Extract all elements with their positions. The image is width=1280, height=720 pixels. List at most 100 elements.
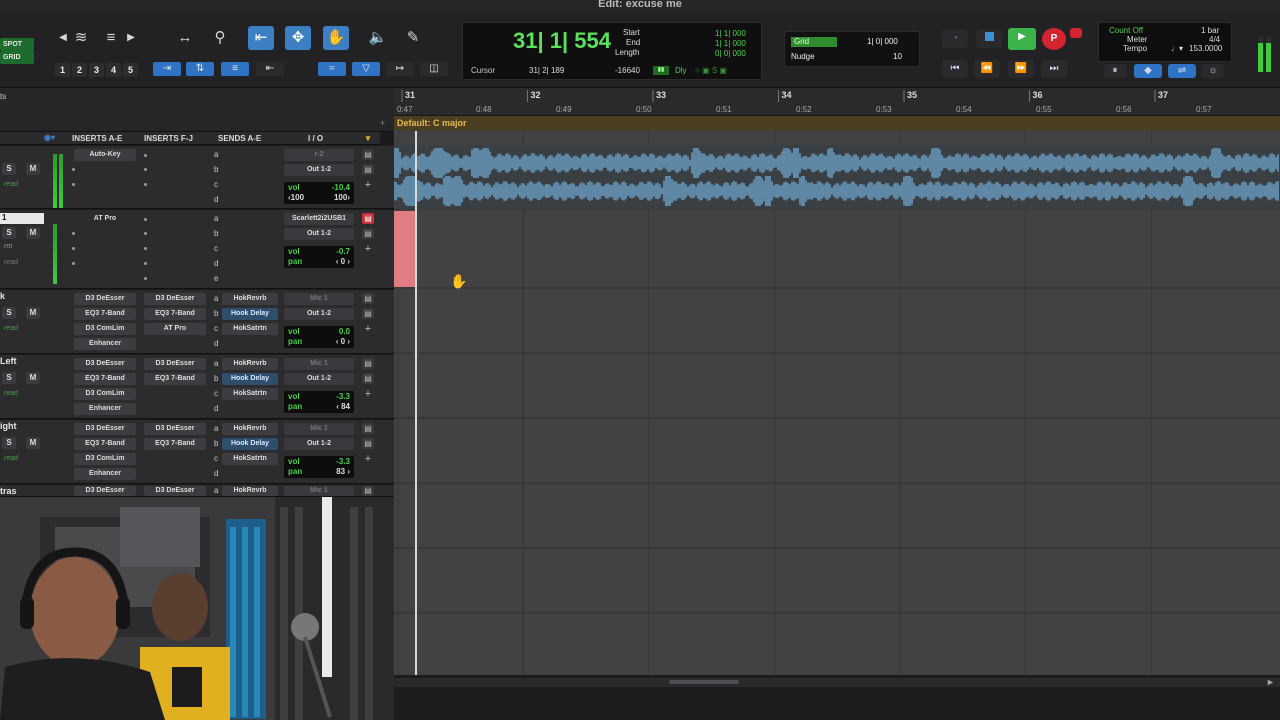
pan-value[interactable]: 83 › <box>336 467 350 476</box>
pan-value[interactable]: ‹ 0 › <box>336 337 350 346</box>
meter-value[interactable]: 4/4 <box>1209 35 1220 44</box>
insert-slot[interactable]: EQ3 7-Band <box>144 373 206 385</box>
loop-record-icon[interactable]: ⏸ <box>1104 64 1126 78</box>
view-options-icon[interactable]: ◉▾ <box>44 133 55 142</box>
tempo-value[interactable]: 153.0000 <box>1189 44 1222 53</box>
track-name[interactable]: Left <box>0 356 17 366</box>
track-row[interactable]: S M read Auto-Key a b c d r-2 Out 1-2 vo… <box>0 146 394 209</box>
volume-pan-display[interactable]: vol -3.3 pan 83 › <box>284 456 354 478</box>
track-options-icon[interactable]: ▤ <box>362 438 374 449</box>
zoom-preset-4[interactable]: 4 <box>106 63 121 77</box>
send-slot-assigned[interactable]: HokRevrb <box>222 423 278 435</box>
pan-right-value[interactable]: 100› <box>334 193 350 202</box>
count-off-label[interactable]: Count Off <box>1109 26 1143 35</box>
track-row[interactable]: k S M read D3 DeEsser EQ3 7-Band D3 ComL… <box>0 290 394 354</box>
record-arm-icon[interactable]: ▤ <box>362 213 374 224</box>
send-slot[interactable]: b <box>214 309 218 318</box>
insert-slot[interactable]: EQ3 7-Band <box>74 308 136 320</box>
layout-icon[interactable]: ◫ <box>420 62 448 76</box>
scrubber-tool-icon[interactable]: 🔈 <box>365 26 391 50</box>
track-name[interactable]: ight <box>0 421 17 431</box>
insert-slot[interactable]: EQ3 7-Band <box>144 308 206 320</box>
insert-empty-dot[interactable] <box>144 168 147 171</box>
insert-empty-dot[interactable] <box>144 262 147 265</box>
add-icon[interactable]: + <box>362 244 374 255</box>
solo-button[interactable]: S <box>2 372 16 384</box>
tempo-note-icon[interactable]: ♩▾ <box>1171 44 1183 53</box>
grid-label[interactable]: Grid <box>791 37 837 47</box>
input-selector[interactable]: Scarlett2i2USB1 <box>284 213 354 225</box>
insert-empty-dot[interactable] <box>144 247 147 250</box>
rewind-to-start-icon[interactable]: ⏮ <box>942 60 968 78</box>
tab-to-transient-icon[interactable]: ⇥ <box>153 62 181 76</box>
insert-empty-dot[interactable] <box>144 154 147 157</box>
pan-value[interactable]: ‹ 0 › <box>336 257 350 266</box>
send-slot[interactable]: a <box>214 214 218 223</box>
vol-value[interactable]: 0.0 <box>339 327 350 336</box>
track-row[interactable]: 1 S M rm read AT Pro a b c d e Scarlett2… <box>0 210 394 289</box>
insert-slot[interactable]: D3 ComLim <box>74 453 136 465</box>
insert-slot[interactable]: Auto-Key <box>74 149 136 161</box>
track-options-icon[interactable]: ▤ <box>362 486 374 496</box>
insert-slot[interactable]: AT Pro <box>74 213 136 225</box>
send-slot[interactable]: a <box>214 359 218 368</box>
mute-button[interactable]: M <box>26 227 40 239</box>
track-height-icon[interactable]: ≡ <box>98 26 124 50</box>
insert-slot[interactable]: D3 DeEsser <box>144 293 206 305</box>
automation-mode[interactable]: read <box>4 181 18 188</box>
insert-empty-dot[interactable] <box>72 168 75 171</box>
edit-timeline[interactable]: ✋ <box>394 131 1280 675</box>
insert-slot[interactable]: Enhancer <box>74 403 136 415</box>
conductor-icon[interactable]: ⇌ <box>1168 64 1196 78</box>
add-icon[interactable]: + <box>362 180 374 191</box>
send-slot[interactable]: d <box>214 469 218 478</box>
input-selector[interactable]: Mic 1 <box>284 486 354 496</box>
automation-mode[interactable]: read <box>4 259 18 266</box>
send-slot-assigned[interactable]: Hook Delay <box>222 308 278 320</box>
edit-mode-grid[interactable]: GRID <box>0 51 34 64</box>
automation-follows-icon[interactable]: ≈ <box>318 62 346 76</box>
send-slot[interactable]: a <box>214 486 218 495</box>
edit-mode-spot[interactable]: SPOT <box>0 38 34 51</box>
vol-value[interactable]: -3.3 <box>336 457 350 466</box>
send-slot-assigned[interactable]: Hook Delay <box>222 438 278 450</box>
metronome-icon[interactable]: ◆ <box>1134 64 1162 78</box>
input-selector[interactable]: Mic 1 <box>284 423 354 435</box>
mirrored-midi-icon[interactable]: ⇅ <box>186 62 214 76</box>
send-slot-assigned[interactable]: HokRevrb <box>222 293 278 305</box>
output-selector[interactable]: Out 1-2 <box>284 308 354 320</box>
send-slot[interactable]: b <box>214 229 218 238</box>
grid-value[interactable]: 1| 0| 000 <box>867 37 898 46</box>
grabber-tool-icon[interactable]: ✋ <box>323 26 349 50</box>
zoom-preset-2[interactable]: 2 <box>72 63 87 77</box>
nudge-value[interactable]: 10 <box>893 52 902 61</box>
output-selector[interactable]: Out 1-2 <box>284 164 354 176</box>
insert-slot[interactable]: D3 ComLim <box>74 323 136 335</box>
pencil-tool-icon[interactable]: ✎ <box>400 26 426 50</box>
solo-button[interactable]: S <box>2 437 16 449</box>
insert-slot[interactable]: Enhancer <box>74 338 136 350</box>
send-slot[interactable]: d <box>214 259 218 268</box>
track-mode[interactable]: rm <box>4 243 12 250</box>
magnifier-tool-icon[interactable]: ⚲ <box>207 26 233 50</box>
volume-pan-display[interactable]: vol -3.3 pan ‹ 84 <box>284 391 354 413</box>
insert-empty-dot[interactable] <box>144 232 147 235</box>
send-slot[interactable]: b <box>214 374 218 383</box>
automation-mode[interactable]: read <box>4 325 18 332</box>
insert-empty-dot[interactable] <box>72 232 75 235</box>
send-slot-assigned[interactable]: HokRevrb <box>222 358 278 370</box>
playhead-cursor[interactable] <box>415 131 417 675</box>
track-row[interactable]: Left S M read D3 DeEsser EQ3 7-Band D3 C… <box>0 355 394 419</box>
input-selector[interactable]: r-2 <box>284 149 354 161</box>
scrollbar-thumb[interactable] <box>669 680 739 684</box>
send-slot-assigned[interactable]: HokRevrb <box>222 486 278 496</box>
add-icon[interactable]: + <box>362 389 374 400</box>
send-slot-assigned[interactable]: HokSatrtn <box>222 453 278 465</box>
volume-pan-display[interactable]: vol 0.0 pan ‹ 0 › <box>284 326 354 348</box>
insert-slot[interactable]: D3 ComLim <box>74 388 136 400</box>
insert-slot[interactable]: D3 DeEsser <box>144 486 206 496</box>
send-slot-assigned[interactable]: HokSatrtn <box>222 323 278 335</box>
solo-button[interactable]: S <box>2 163 16 175</box>
mute-button[interactable]: M <box>26 437 40 449</box>
send-slot[interactable]: c <box>214 244 218 253</box>
